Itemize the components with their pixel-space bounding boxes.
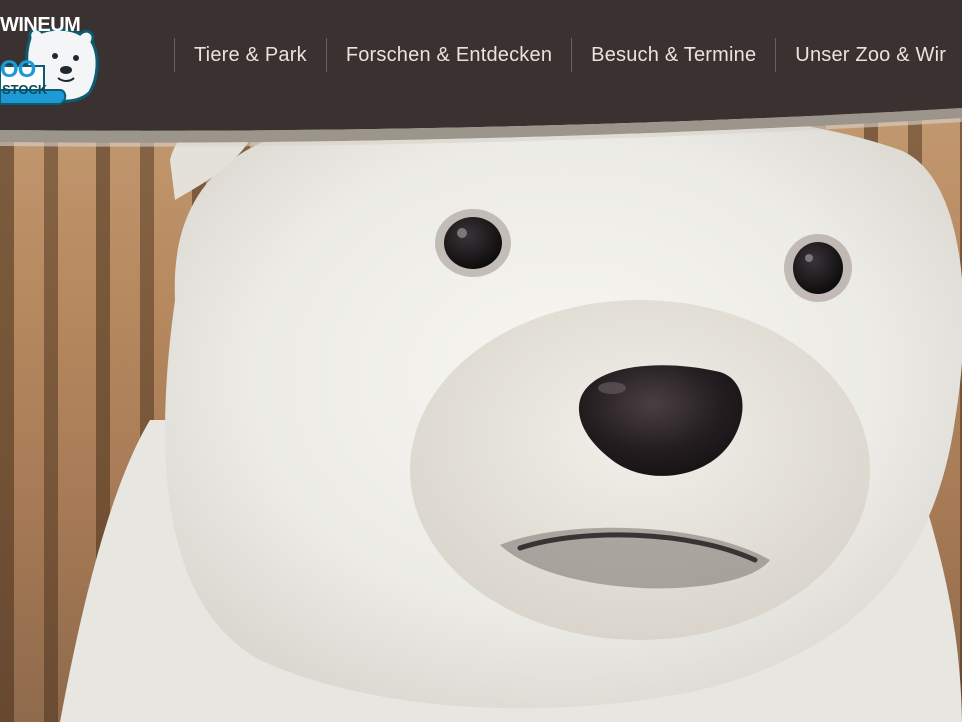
nav-item-besuch-termine[interactable]: Besuch & Termine xyxy=(571,38,775,72)
nav-item-label: Tiere & Park xyxy=(194,43,307,66)
nav-item-label: Besuch & Termine xyxy=(591,43,757,66)
nav-item-label: Forschen & Entdecken xyxy=(345,43,553,66)
zoo-logo[interactable]: WINEUM OO STOCK xyxy=(0,8,110,108)
nav-item-tiere-park[interactable]: Tiere & Park xyxy=(174,38,326,72)
header-band xyxy=(0,0,962,147)
nav-item-unser-zoo-wir[interactable]: Unser Zoo & Wir xyxy=(775,38,962,72)
nav-item-forschen-entdecken[interactable]: Forschen & Entdecken xyxy=(325,38,571,72)
site-header: WINEUM OO STOCK Tiere & Park Forschen & … xyxy=(0,0,962,150)
logo-main-label: OO xyxy=(0,56,36,83)
logo-sub-label: STOCK xyxy=(2,82,48,97)
logo-top-label: WINEUM xyxy=(0,14,81,36)
nav-item-label: Unser Zoo & Wir xyxy=(795,43,947,66)
main-nav: Tiere & Park Forschen & Entdecken Besuch… xyxy=(174,38,962,72)
